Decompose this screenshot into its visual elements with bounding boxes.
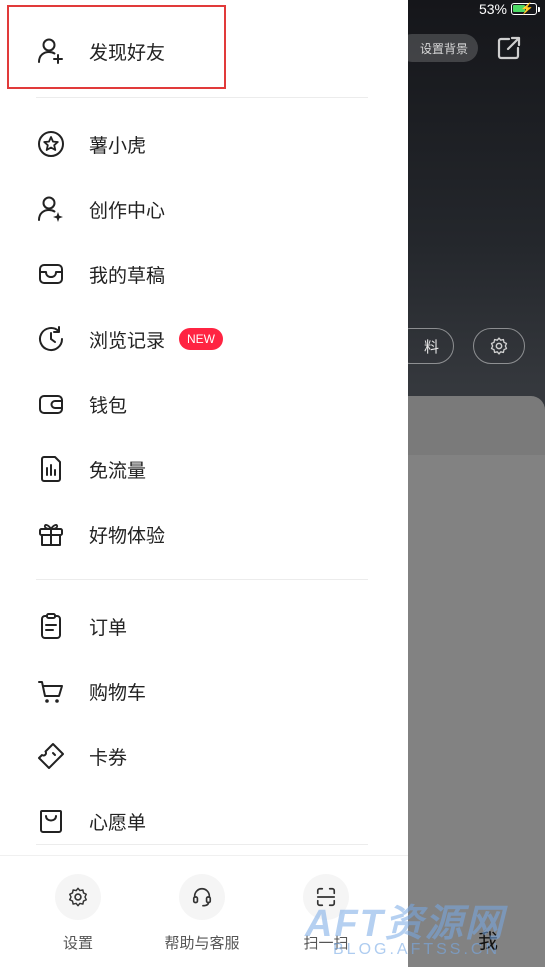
ticket-icon	[36, 741, 66, 771]
help-button[interactable]: 帮助与客服	[147, 874, 257, 953]
side-drawer: 发现好友 薯小虎 创作中心 我的草稿 浏览记录 NEW 钱包 免流量 好物体验 …	[0, 0, 408, 967]
menu-item-label: 心愿单	[89, 811, 147, 834]
set-background-button[interactable]: 设置背景	[398, 34, 478, 62]
menu-item-wallet[interactable]: 钱包	[0, 374, 408, 434]
menu-item-drafts[interactable]: 我的草稿	[0, 244, 408, 304]
cart-icon	[36, 676, 66, 706]
menu-item-label: 卡券	[89, 746, 128, 769]
menu-item-orders[interactable]: 订单	[0, 596, 408, 656]
status-bar: 53% ⚡	[478, 0, 540, 18]
menu-item-label: 订单	[89, 616, 128, 639]
clipboard-icon	[36, 611, 66, 641]
new-badge: NEW	[179, 328, 223, 350]
history-clock-icon	[36, 324, 66, 354]
menu-item-label: 浏览记录	[89, 329, 166, 352]
watermark-main: AFT资源网	[305, 903, 505, 945]
menu-item-label: 购物车	[89, 681, 147, 704]
menu-item-free-data[interactable]: 免流量	[0, 439, 408, 499]
settings-circle	[55, 874, 101, 920]
help-label: 帮助与客服	[164, 934, 240, 952]
gift-icon	[36, 519, 66, 549]
highlight-box	[7, 5, 226, 89]
star-circle-icon	[36, 129, 66, 159]
menu-item-label: 好物体验	[89, 524, 166, 547]
settings-button[interactable]: 设置	[23, 874, 133, 953]
menu-item-label: 我的草稿	[89, 264, 166, 287]
menu-item-label: 免流量	[89, 459, 147, 482]
battery-icon: ⚡	[511, 3, 540, 15]
menu-item-good-stuff[interactable]: 好物体验	[0, 504, 408, 564]
menu-item-wishlist[interactable]: 心愿单	[0, 791, 408, 851]
divider	[36, 579, 368, 580]
menu-item-shuxiaohu[interactable]: 薯小虎	[0, 114, 408, 174]
menu-item-cart[interactable]: 购物车	[0, 661, 408, 721]
menu-item-label: 钱包	[89, 394, 128, 417]
profile-settings-button[interactable]	[473, 328, 525, 364]
edit-profile-label: 料	[423, 337, 439, 356]
set-background-label: 设置背景	[419, 41, 468, 56]
battery-percent: 53%	[478, 1, 507, 17]
data-sim-icon	[36, 454, 66, 484]
creator-user-icon	[36, 194, 66, 224]
watermark-sub: BLOG.AFTSS.CN	[333, 941, 501, 958]
share-icon[interactable]	[495, 34, 523, 62]
gear-icon	[490, 337, 508, 355]
watermark: AFT资源网 BLOG.AFTSS.CN	[305, 892, 545, 959]
menu-item-label: 创作中心	[89, 199, 166, 222]
tray-icon	[36, 259, 66, 289]
help-circle	[179, 874, 225, 920]
divider	[36, 844, 368, 845]
gear-icon	[69, 887, 87, 907]
headset-icon	[192, 887, 212, 907]
wish-bag-icon	[36, 806, 66, 836]
menu-item-label: 薯小虎	[89, 134, 147, 157]
divider	[36, 97, 368, 98]
menu-item-creator-center[interactable]: 创作中心	[0, 179, 408, 239]
settings-label: 设置	[62, 934, 93, 952]
menu-item-coupons[interactable]: 卡券	[0, 726, 408, 786]
wallet-icon	[36, 389, 66, 419]
